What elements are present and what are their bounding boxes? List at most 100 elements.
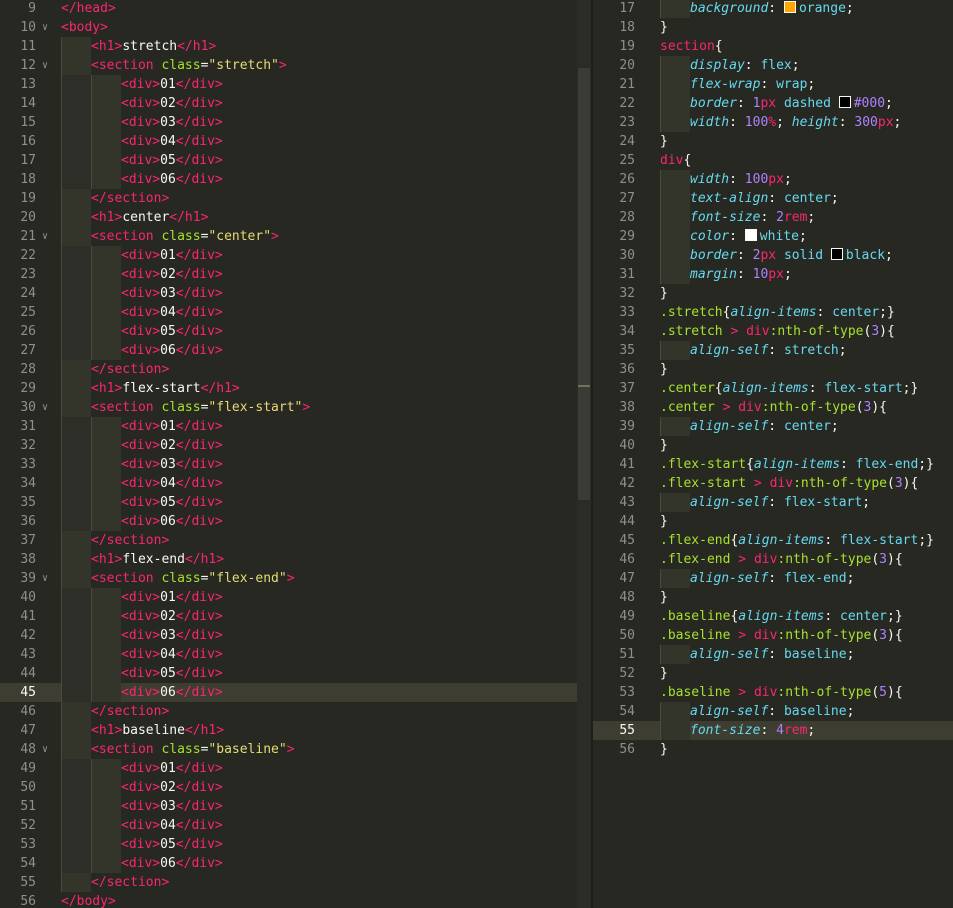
code-line[interactable]: 40} <box>593 436 953 455</box>
code-text[interactable]: <div>06</div> <box>61 512 223 531</box>
code-line[interactable]: 51 align-self: baseline; <box>593 645 953 664</box>
code-text[interactable]: <div>03</div> <box>61 455 223 474</box>
code-line[interactable]: 17 <div>05</div> <box>0 151 592 170</box>
code-text[interactable]: </section> <box>61 531 169 550</box>
code-line[interactable]: 19 </section> <box>0 189 592 208</box>
code-line[interactable]: 38 <h1>flex-end</h1> <box>0 550 592 569</box>
scrollbar-thumb[interactable] <box>578 68 590 500</box>
code-text[interactable]: .center > div:nth-of-type(3){ <box>660 398 887 417</box>
code-line[interactable]: 24 <div>03</div> <box>0 284 592 303</box>
code-line[interactable]: 36} <box>593 360 953 379</box>
code-text[interactable]: </body> <box>61 892 116 908</box>
code-line[interactable]: 53 .baseline > div:nth-of-type(5){ <box>593 683 953 702</box>
code-line[interactable]: 25 div{ <box>593 151 953 170</box>
code-text[interactable]: .stretch{align-items: center;} <box>660 303 895 322</box>
code-line[interactable]: 50 <div>02</div> <box>0 778 592 797</box>
code-text[interactable]: margin: 10px; <box>660 265 792 284</box>
code-line[interactable]: 35 align-self: stretch; <box>593 341 953 360</box>
code-text[interactable]: align-self: center; <box>660 417 839 436</box>
code-text[interactable]: </section> <box>61 873 169 892</box>
code-text[interactable]: <div>06</div> <box>61 854 223 873</box>
code-text[interactable]: <div>01</div> <box>61 75 223 94</box>
code-text[interactable]: align-self: stretch; <box>660 341 847 360</box>
code-text[interactable]: </section> <box>61 360 169 379</box>
code-line[interactable]: 56} <box>593 740 953 759</box>
code-lines-css[interactable]: 17 background: orange; 18} 19 section{20 disp… <box>593 0 953 759</box>
code-text[interactable]: .flex-start{align-items: flex-end;} <box>660 455 934 474</box>
code-line[interactable]: 50 .baseline > div:nth-of-type(3){ <box>593 626 953 645</box>
code-text[interactable]: .center{align-items: flex-start;} <box>660 379 918 398</box>
code-line[interactable]: 20 display: flex; <box>593 56 953 75</box>
code-line[interactable]: 29 <h1>flex-start</h1> <box>0 379 592 398</box>
code-line[interactable]: 34 <div>04</div> <box>0 474 592 493</box>
code-line[interactable]: 10 ∨ <body> <box>0 18 592 37</box>
code-line[interactable]: 46 .flex-end > div:nth-of-type(3){ <box>593 550 953 569</box>
code-line[interactable]: 45 .flex-end{align-items: flex-start;} <box>593 531 953 550</box>
code-line[interactable]: 39 ∨ <section class="flex-end"> <box>0 569 592 588</box>
code-text[interactable]: </section> <box>61 189 169 208</box>
code-text[interactable]: <div>04</div> <box>61 303 223 322</box>
code-text[interactable]: width: 100px; <box>660 170 792 189</box>
code-line[interactable]: 24} <box>593 132 953 151</box>
code-text[interactable]: <div>05</div> <box>61 835 223 854</box>
code-text[interactable]: align-self: baseline; <box>660 645 854 664</box>
code-text[interactable]: } <box>660 512 668 531</box>
code-line[interactable]: 47 <h1>baseline</h1> <box>0 721 592 740</box>
code-line[interactable]: 17 background: orange; <box>593 0 953 18</box>
code-text[interactable]: } <box>660 284 668 303</box>
fold-chevron-icon[interactable]: ∨ <box>42 398 52 417</box>
code-text[interactable]: } <box>660 360 668 379</box>
code-line[interactable]: 28 font-size: 2rem; <box>593 208 953 227</box>
code-text[interactable]: </section> <box>61 702 169 721</box>
code-text[interactable]: <div>06</div> <box>61 170 223 189</box>
code-line[interactable]: 35 <div>05</div> <box>0 493 592 512</box>
code-text[interactable]: <div>05</div> <box>61 151 223 170</box>
code-line[interactable]: 21 flex-wrap: wrap; <box>593 75 953 94</box>
code-line[interactable]: 54 <div>06</div> <box>0 854 592 873</box>
code-text[interactable]: align-self: flex-start; <box>660 493 870 512</box>
code-line[interactable]: 32} <box>593 284 953 303</box>
code-line[interactable]: 26 <div>05</div> <box>0 322 592 341</box>
code-text[interactable]: .baseline > div:nth-of-type(5){ <box>660 683 903 702</box>
code-line[interactable]: 18 <div>06</div> <box>0 170 592 189</box>
code-line[interactable]: 25 <div>04</div> <box>0 303 592 322</box>
code-line[interactable]: 20 <h1>center</h1> <box>0 208 592 227</box>
code-text[interactable]: <div>02</div> <box>61 778 223 797</box>
code-line[interactable]: 42 .flex-start > div:nth-of-type(3){ <box>593 474 953 493</box>
code-text[interactable]: <h1>flex-start</h1> <box>61 379 240 398</box>
code-text[interactable]: <div>04</div> <box>61 132 223 151</box>
code-line[interactable]: 22 border: 1px dashed #000; <box>593 94 953 113</box>
code-text[interactable]: <div>01</div> <box>61 759 223 778</box>
code-text[interactable]: .flex-end > div:nth-of-type(3){ <box>660 550 903 569</box>
code-line[interactable]: 47 align-self: flex-end; <box>593 569 953 588</box>
code-line[interactable]: 21 ∨ <section class="center"> <box>0 227 592 246</box>
code-text[interactable]: .stretch > div:nth-of-type(3){ <box>660 322 895 341</box>
code-line[interactable]: 22 <div>01</div> <box>0 246 592 265</box>
code-text[interactable]: <section class="stretch"> <box>61 56 287 75</box>
code-line[interactable]: 12 ∨ <section class="stretch"> <box>0 56 592 75</box>
code-line[interactable]: 9 </head> <box>0 0 592 18</box>
code-text[interactable]: <div>02</div> <box>61 94 223 113</box>
code-text[interactable]: <section class="flex-start"> <box>61 398 310 417</box>
code-text[interactable]: <section class="baseline"> <box>61 740 295 759</box>
code-line[interactable]: 30 ∨ <section class="flex-start"> <box>0 398 592 417</box>
code-line[interactable]: 51 <div>03</div> <box>0 797 592 816</box>
code-text[interactable]: width: 100%; height: 300px; <box>660 113 901 132</box>
code-text[interactable]: <div>02</div> <box>61 607 223 626</box>
code-line[interactable]: 52 <div>04</div> <box>0 816 592 835</box>
code-text[interactable]: <div>03</div> <box>61 797 223 816</box>
code-text[interactable]: <div>05</div> <box>61 493 223 512</box>
code-line[interactable]: 16 <div>04</div> <box>0 132 592 151</box>
code-lines-html[interactable]: 9 </head> 10 ∨ <body> 11 <h1>stretch</h1> 12 ∨ <s… <box>0 0 592 908</box>
code-line[interactable]: 29 color: white; <box>593 227 953 246</box>
code-line[interactable]: 11 <h1>stretch</h1> <box>0 37 592 56</box>
code-text[interactable]: border: 1px dashed #000; <box>660 94 893 113</box>
code-line[interactable]: 45 <div>06</div> <box>0 683 592 702</box>
fold-chevron-icon[interactable]: ∨ <box>42 740 52 759</box>
code-line[interactable]: 33 <div>03</div> <box>0 455 592 474</box>
code-line[interactable]: 18} <box>593 18 953 37</box>
code-line[interactable]: 54 align-self: baseline; <box>593 702 953 721</box>
code-line[interactable]: 43 align-self: flex-start; <box>593 493 953 512</box>
code-line[interactable]: 42 <div>03</div> <box>0 626 592 645</box>
code-line[interactable]: 48} <box>593 588 953 607</box>
